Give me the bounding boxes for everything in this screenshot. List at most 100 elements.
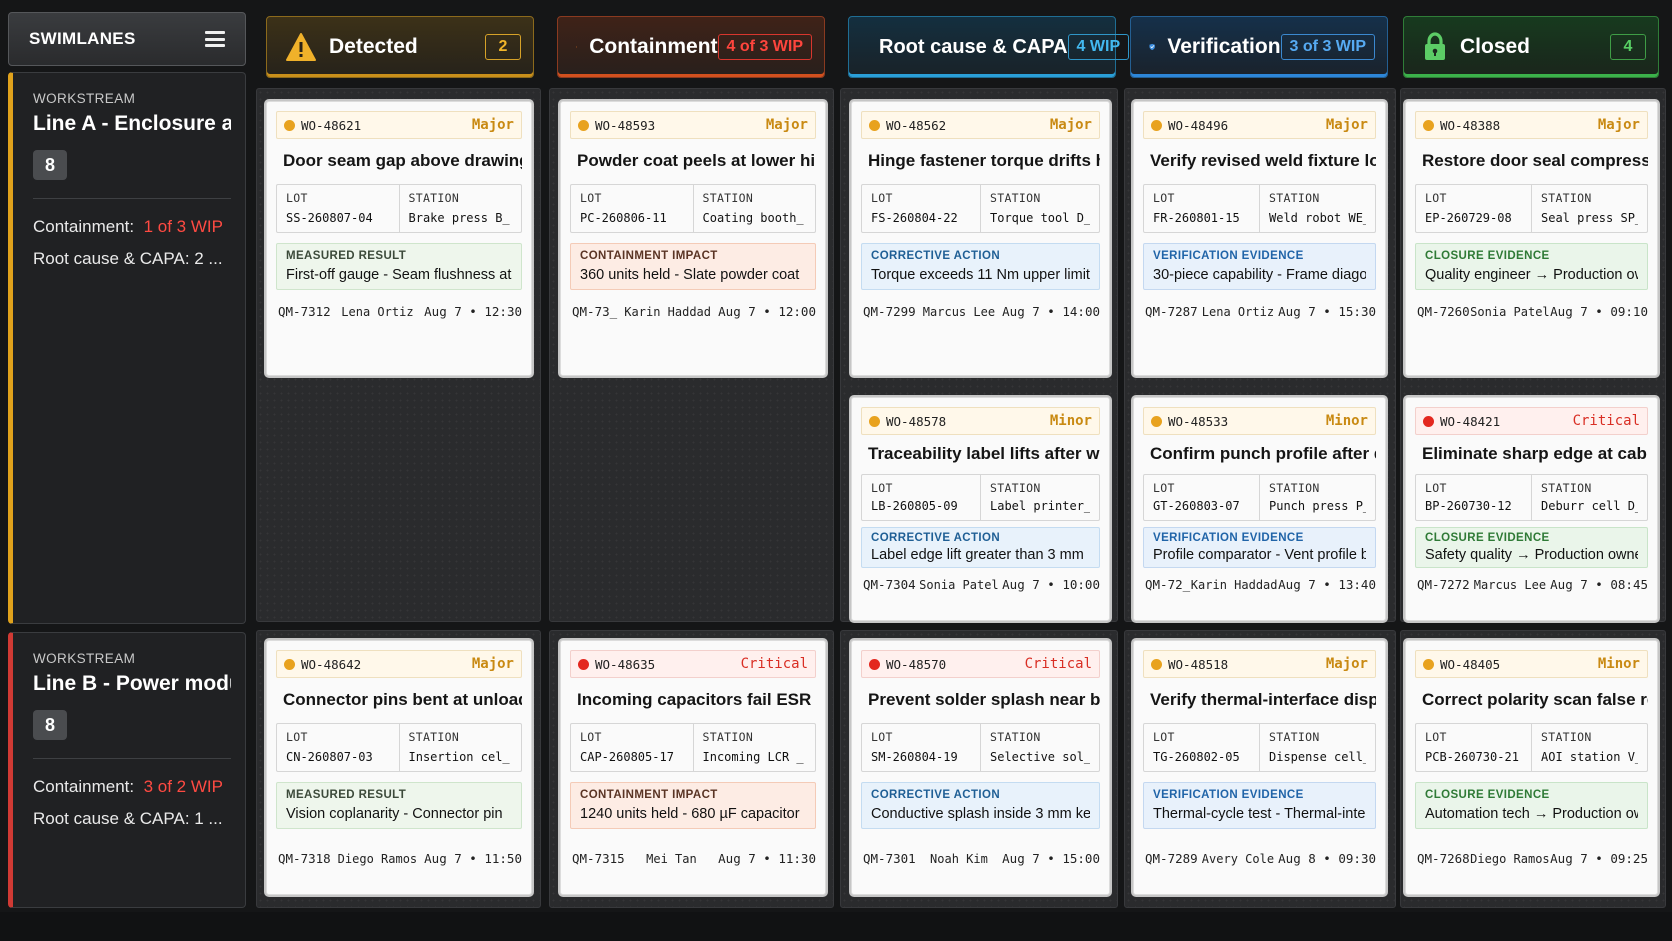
station-field: STATION AOI station V_ <box>1531 724 1647 771</box>
card-title[interactable]: Powder coat peels at lower hinge <box>577 151 816 171</box>
work-order-id[interactable]: WO-48533 <box>1151 414 1228 429</box>
evidence-box: CLOSURE EVIDENCE Quality engineer → Produ… <box>1415 243 1648 290</box>
work-order-id[interactable]: WO-48570 <box>869 657 946 672</box>
work-order-id[interactable]: WO-48405 <box>1423 657 1500 672</box>
card-title[interactable]: Confirm punch profile after die change <box>1150 444 1376 464</box>
timestamp: Aug 7 • 12:00 <box>718 304 816 319</box>
card-title[interactable]: Hinge fastener torque drifts high <box>868 151 1100 171</box>
work-order-number: WO-48388 <box>1440 117 1501 133</box>
list-menu-icon[interactable] <box>205 31 225 47</box>
work-order-id[interactable]: WO-48388 <box>1423 118 1500 133</box>
work-order-card[interactable]: WO-48421 Critical Eliminate sharp edge at … <box>1405 397 1658 621</box>
card-header: WO-48562 Major <box>861 111 1100 139</box>
qm-reference[interactable]: QM-73_ <box>572 304 617 319</box>
lot-value: TG-260802-05 <box>1153 750 1240 764</box>
station-field: STATION Brake press B_ <box>398 185 522 232</box>
card-header: WO-48635 Critical <box>570 650 816 678</box>
lot-value: LB-260805-09 <box>871 499 958 513</box>
card-title[interactable]: Door seam gap above drawing limit <box>283 151 522 171</box>
work-order-card[interactable]: WO-48642 Major Connector pins bent at unlo… <box>266 640 532 895</box>
swimlane-line-a[interactable]: WORKSTREAM Line A - Enclosure ass... 8 C… <box>8 72 246 624</box>
work-order-card[interactable]: WO-48635 Critical Incoming capacitors fail… <box>560 640 826 895</box>
column-header-detected[interactable]: Detected 2 <box>266 16 534 78</box>
work-order-card[interactable]: WO-48533 Minor Confirm punch profile after… <box>1133 397 1386 621</box>
work-order-id[interactable]: WO-48562 <box>869 118 946 133</box>
card-title[interactable]: Traceability label lifts after wash <box>868 444 1100 464</box>
severity-label: Critical <box>1572 413 1640 429</box>
qm-reference[interactable]: QM-7315 <box>572 851 625 866</box>
severity-dot-icon <box>869 119 880 131</box>
card-header: WO-48621 Major <box>276 111 522 139</box>
work-order-card[interactable]: WO-48593 Major Powder coat peels at lower … <box>560 101 826 376</box>
lot-label: LOT <box>286 730 308 744</box>
card-title[interactable]: Incoming capacitors fail ESR limit <box>577 690 816 710</box>
work-order-card[interactable]: WO-48405 Minor Correct polarity scan false… <box>1405 640 1658 895</box>
qm-reference[interactable]: QM-7304 <box>863 577 916 592</box>
card-title[interactable]: Prevent solder splash near bus bar <box>868 690 1100 710</box>
work-order-id[interactable]: WO-48496 <box>1151 118 1228 133</box>
evidence-box: CONTAINMENT IMPACT 1240 units held - 680 … <box>570 782 816 829</box>
card-title[interactable]: Correct polarity scan false rejects <box>1422 690 1648 710</box>
qm-reference[interactable]: QM-7289 <box>1145 851 1198 866</box>
qm-reference[interactable]: QM-7260 <box>1417 304 1470 319</box>
qm-reference[interactable]: QM-7272 <box>1417 577 1470 592</box>
column-header-closed[interactable]: Closed 4 <box>1403 16 1659 78</box>
card-title[interactable]: Eliminate sharp edge at cable cutout <box>1422 444 1648 464</box>
lane-divider <box>33 758 231 759</box>
card-title[interactable]: Verify revised weld fixture locator <box>1150 151 1376 171</box>
lane-kicker: WORKSTREAM <box>33 91 136 106</box>
station-value: Coating booth_ <box>702 211 804 225</box>
work-order-id[interactable]: WO-48635 <box>578 657 655 672</box>
work-order-card[interactable]: WO-48570 Critical Prevent solder splash ne… <box>851 640 1110 895</box>
column-header-root-cause[interactable]: Root cause & CAPA 4 WIP <box>848 16 1130 78</box>
card-footer: QM-7299 Marcus Lee Aug 7 • 14:00 <box>861 304 1100 319</box>
evidence-text: Quality engineer → Production owner <box>1425 267 1638 283</box>
evidence-box: VERIFICATION EVIDENCE Thermal-cycle test … <box>1143 782 1376 829</box>
work-order-id[interactable]: WO-48578 <box>869 414 946 429</box>
work-order-id[interactable]: WO-48621 <box>284 118 361 133</box>
work-order-card[interactable]: WO-48518 Major Verify thermal-interface di… <box>1133 640 1386 895</box>
assignee-name: Karin Haddad <box>1190 577 1278 592</box>
severity-dot-icon <box>1423 415 1434 427</box>
card-title[interactable]: Restore door seal compression <box>1422 151 1648 171</box>
card-title[interactable]: Verify thermal-interface dispense <box>1150 690 1376 710</box>
qm-reference[interactable]: QM-7299 <box>863 304 916 319</box>
severity-dot-icon <box>1151 119 1162 131</box>
card-title[interactable]: Connector pins bent at unload <box>283 690 522 710</box>
card-meta: LOT LB-260805-09 STATION Label printer_ <box>861 474 1100 521</box>
card-header: WO-48405 Minor <box>1415 650 1648 678</box>
qm-reference[interactable]: QM-72_ <box>1145 577 1190 592</box>
card-meta: LOT SS-260807-04 STATION Brake press B_ <box>276 184 522 233</box>
work-order-number: WO-48593 <box>595 117 656 133</box>
evidence-text: First-off gauge - Seam flushness at <box>286 267 512 283</box>
lot-field: LOT FS-260804-22 <box>862 185 980 232</box>
qm-reference[interactable]: QM-7312 <box>278 304 331 319</box>
card-meta: LOT PCB-260730-21 STATION AOI station V_ <box>1415 723 1648 772</box>
work-order-id[interactable]: WO-48421 <box>1423 414 1500 429</box>
work-order-card[interactable]: WO-48496 Major Verify revised weld fixture… <box>1133 101 1386 376</box>
qm-reference[interactable]: QM-7268 <box>1417 851 1470 866</box>
work-order-id[interactable]: WO-48642 <box>284 657 361 672</box>
column-header-verification[interactable]: Verification 3 of 3 WIP <box>1130 16 1388 78</box>
work-order-card[interactable]: WO-48621 Major Door seam gap above drawing… <box>266 101 532 376</box>
lot-value: GT-260803-07 <box>1153 499 1240 513</box>
work-order-card[interactable]: WO-48562 Major Hinge fastener torque drift… <box>851 101 1110 376</box>
card-footer: QM-7318 Diego Ramos Aug 7 • 11:50 <box>276 851 522 866</box>
work-order-card[interactable]: WO-48388 Major Restore door seal compressi… <box>1405 101 1658 376</box>
station-label: STATION <box>1541 481 1592 495</box>
station-field: STATION Deburr cell D_ <box>1531 475 1647 520</box>
lot-label: LOT <box>1425 730 1447 744</box>
qm-reference[interactable]: QM-7318 <box>278 851 331 866</box>
card-footer: QM-73_ Karin Haddad Aug 7 • 12:00 <box>570 304 816 319</box>
work-order-id[interactable]: WO-48593 <box>578 118 655 133</box>
card-meta: LOT CAP-260805-17 STATION Incoming LCR _ <box>570 723 816 772</box>
card-meta: LOT FS-260804-22 STATION Torque tool D_ <box>861 184 1100 233</box>
qm-reference[interactable]: QM-7287 <box>1145 304 1198 319</box>
station-label: STATION <box>990 730 1041 744</box>
evidence-text: Profile comparator - Vent profile both <box>1153 547 1366 563</box>
swimlane-line-b[interactable]: WORKSTREAM Line B - Power modules 8 Cont… <box>8 632 246 908</box>
column-header-containment[interactable]: Containment 4 of 3 WIP <box>557 16 825 78</box>
work-order-id[interactable]: WO-48518 <box>1151 657 1228 672</box>
work-order-card[interactable]: WO-48578 Minor Traceability label lifts af… <box>851 397 1110 621</box>
qm-reference[interactable]: QM-7301 <box>863 851 916 866</box>
